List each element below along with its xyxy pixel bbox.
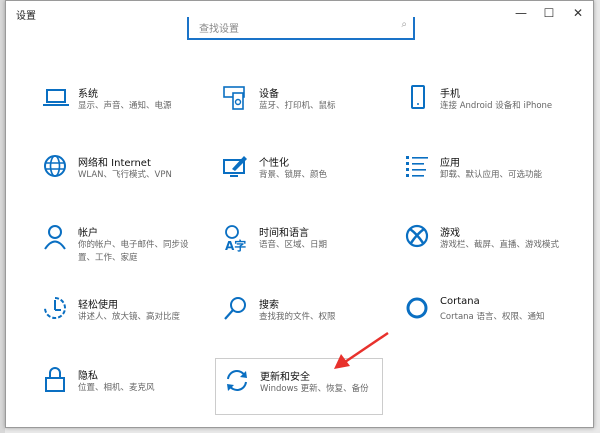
tile-title: 手机 [440, 89, 460, 100]
svg-text:A字: A字 [225, 238, 246, 252]
tile-title: 个性化 [259, 158, 289, 169]
minimize-button[interactable]: — [506, 3, 536, 23]
tile-title: 轻松使用 [78, 300, 118, 311]
tile-description: Windows 更新、恢复、备份 [260, 384, 369, 394]
circle-icon [406, 297, 428, 319]
tile-network[interactable]: 网络和 Internet WLAN、飞行模式、VPN [41, 154, 211, 210]
person-icon [44, 225, 66, 250]
tile-description: 位置、相机、麦克风 [78, 383, 155, 393]
tile-description: 你的帐户、电子邮件、同步设置、工作、家庭 [78, 240, 189, 263]
close-button[interactable]: ✕ [563, 3, 593, 23]
ease-icon [44, 297, 66, 319]
tile-title: 隐私 [78, 371, 98, 382]
tile-apps[interactable]: 应用 卸载、默认应用、可选功能 [403, 154, 573, 210]
tile-description: 讲述人、放大镜、高对比度 [78, 312, 181, 322]
magnifier-icon [224, 297, 246, 320]
maximize-button[interactable]: ☐ [534, 3, 564, 23]
tile-description: 蓝牙、打印机、鼠标 [259, 101, 336, 111]
search-input[interactable]: 查找设置 ⌕ [187, 17, 415, 40]
tile-search[interactable]: 搜索 查找我的文件、权限 [222, 296, 392, 352]
time-language-icon: A字 [225, 225, 246, 252]
tile-system[interactable]: 系统 显示、声音、通知、电源 [41, 85, 211, 141]
settings-window: 设置 — ☐ ✕ 查找设置 ⌕ 系统 显示、声音、通知、电源 设备 蓝牙、打印机、鼠标… [5, 0, 594, 428]
tile-devices[interactable]: 设备 蓝牙、打印机、鼠标 [222, 85, 392, 141]
tile-title: 帐户 [78, 228, 98, 239]
tile-title: 游戏 [440, 228, 460, 239]
window-title: 设置 [16, 11, 36, 22]
tile-description: 查找我的文件、权限 [259, 312, 336, 322]
xbox-icon [405, 224, 429, 248]
tile-description: 游戏栏、截屏、直播、游戏模式 [440, 240, 560, 250]
tile-ease-of-access[interactable]: 轻松使用 讲述人、放大镜、高对比度 [41, 296, 211, 352]
tile-description: 显示、声音、通知、电源 [78, 101, 172, 111]
tile-cortana[interactable]: Cortana Cortana 语言、权限、通知 [403, 296, 573, 352]
tile-title: 时间和语言 [259, 228, 309, 239]
tile-title: 更新和安全 [260, 372, 310, 383]
devices-icon [223, 86, 245, 110]
globe-icon [44, 155, 66, 177]
tile-description: WLAN、飞行模式、VPN [78, 170, 172, 180]
tile-description: 背景、锁屏、颜色 [259, 170, 328, 180]
tile-accounts[interactable]: 帐户 你的帐户、电子邮件、同步设置、工作、家庭 [41, 224, 211, 280]
tile-title: 搜索 [259, 300, 279, 311]
tile-gaming[interactable]: 游戏 游戏栏、截屏、直播、游戏模式 [403, 224, 573, 280]
tile-description: Cortana 语言、权限、通知 [440, 312, 545, 322]
laptop-icon [43, 89, 69, 106]
tile-title: 设备 [259, 89, 279, 100]
phone-icon [411, 85, 425, 109]
tile-phone[interactable]: 手机 连接 Android 设备和 iPhone [403, 85, 573, 141]
sync-icon [227, 370, 247, 391]
search-placeholder: 查找设置 [199, 24, 239, 35]
search-icon[interactable]: ⌕ [401, 19, 407, 30]
tile-title: Cortana [440, 296, 480, 307]
lock-icon [45, 367, 65, 392]
tile-description: 语音、区域、日期 [259, 240, 328, 250]
tile-personalization[interactable]: 个性化 背景、锁屏、颜色 [222, 154, 392, 210]
tile-title: 网络和 Internet [78, 158, 151, 169]
tile-title: 应用 [440, 158, 460, 169]
tile-title: 系统 [78, 89, 98, 100]
tile-description: 连接 Android 设备和 iPhone [440, 101, 553, 111]
brush-icon [223, 156, 247, 177]
tile-description: 卸载、默认应用、可选功能 [440, 170, 543, 180]
tile-time-language[interactable]: A字 时间和语言 语音、区域、日期 [222, 224, 392, 280]
list-icon [406, 156, 428, 177]
tile-privacy[interactable]: 隐私 位置、相机、麦克风 [41, 367, 211, 423]
tile-update-security[interactable]: 更新和安全 Windows 更新、恢复、备份 [215, 358, 383, 415]
